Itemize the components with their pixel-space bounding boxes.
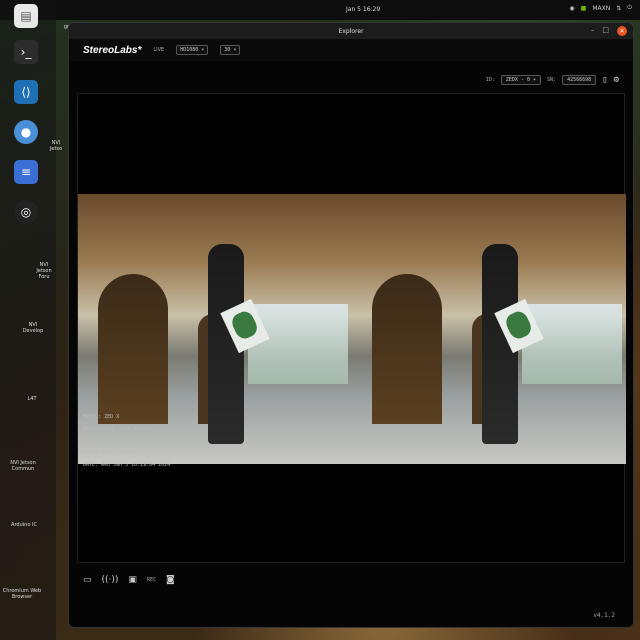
files-icon[interactable]: ▤ — [14, 4, 38, 28]
serial-number-field[interactable]: 42566698 — [562, 75, 597, 85]
system-tray[interactable]: ◉ ■ MAXN ⇅ ⏻ — [569, 4, 632, 12]
settings-gear-icon[interactable]: ⚙ — [614, 75, 619, 85]
power-icon[interactable]: ⏻ — [627, 4, 632, 12]
window-controls: – □ ✕ — [591, 26, 627, 36]
minimize-icon[interactable]: – — [591, 26, 595, 36]
resolution-select[interactable]: HD1080 ▾ — [176, 45, 209, 55]
camera-select[interactable]: ZEDX - 0 ▾ — [500, 75, 542, 85]
network-icon[interactable]: ⇅ — [616, 5, 621, 12]
obs-icon[interactable]: ◎ — [14, 200, 38, 224]
arch-shape — [372, 274, 442, 424]
arch-shape — [98, 274, 168, 424]
folder-icon[interactable]: ▭ — [83, 575, 92, 585]
fps-select[interactable]: 30 ▾ — [220, 45, 241, 55]
terminal-icon[interactable]: ›_ — [14, 40, 38, 64]
resolution-value: HD1080 — [180, 47, 199, 53]
rec-label[interactable]: REC — [147, 577, 156, 583]
version-label: v4.1.2 — [593, 612, 615, 619]
desktop-item-label[interactable]: NVI Jetso — [46, 140, 66, 152]
chevron-down-icon: ▾ — [233, 47, 237, 53]
desktop-item-label[interactable]: L4T — [22, 396, 42, 402]
window-titlebar[interactable]: Explorer – □ ✕ — [69, 23, 633, 39]
chrome-tray-icon[interactable]: ◉ — [569, 5, 574, 12]
camera-snapshot-icon[interactable]: ◙ — [166, 575, 175, 585]
model-info: MODEL: ZED X — [83, 414, 120, 420]
camera-toolbar: ID: ZEDX - 0 ▾ SN: 42566698 ▯ ⚙ — [486, 75, 619, 85]
dock: ▤ ›_ ⟨⟩ ● ≡ ◎ — [0, 0, 56, 640]
id-label: ID: — [485, 77, 495, 83]
bottom-toolbar: ▭ ((·)) ▣ REC ◙ — [83, 575, 175, 585]
desktop-item-label[interactable]: NVI Jetson Foru — [34, 262, 54, 280]
bright-window — [248, 304, 348, 384]
stream-info-overlay: MODEL: ZED X RESOLUTION: 3840 x 1080 FRA… — [83, 411, 170, 471]
layout-toggle-icon[interactable]: ▯ — [602, 75, 607, 85]
bright-window — [522, 304, 622, 384]
chevron-down-icon: ▾ — [201, 47, 205, 53]
chromium-icon[interactable]: ● — [14, 120, 38, 144]
nvidia-power-mode-icon[interactable]: ■ — [581, 5, 587, 12]
desktop-item-label[interactable]: Arduino IC — [10, 522, 38, 528]
camera-select-value: ZEDX - 0 — [505, 77, 530, 83]
window-title: Explorer — [338, 27, 364, 35]
desktop-item-label[interactable]: NVI Develop — [22, 322, 44, 334]
system-top-bar: Jan 5 16:29 ◉ ■ MAXN ⇅ ⏻ — [0, 0, 640, 20]
frame-drop-info: FRAME DROP: 1/1080 — [83, 450, 138, 456]
close-icon[interactable]: ✕ — [617, 26, 627, 36]
brand-logo: StereoLabs* — [83, 44, 142, 56]
sn-label: SN: — [547, 77, 557, 83]
video-panel — [77, 93, 626, 563]
maximize-icon[interactable]: □ — [602, 26, 609, 36]
app-header: StereoLabs* LIVE HD1080 ▾ 30 ▾ — [69, 39, 633, 61]
date-info: DATE: Wed Jan 5 16:29:04 2024 — [83, 462, 171, 468]
desktop-item-label[interactable]: Chromium Web Browser — [2, 588, 42, 600]
power-mode-label[interactable]: MAXN — [592, 5, 610, 12]
fps-value: 30 — [224, 47, 231, 53]
system-clock[interactable]: Jan 5 16:29 — [346, 6, 380, 13]
chevron-down-icon: ▾ — [533, 77, 537, 83]
vscode-icon[interactable]: ⟨⟩ — [14, 80, 38, 104]
svo-record-icon[interactable]: ▣ — [128, 575, 137, 585]
right-camera-image — [352, 194, 626, 464]
live-tab[interactable]: LIVE — [153, 47, 164, 53]
resolution-info: RESOLUTION: 3840 x 1080 — [83, 426, 153, 432]
framerate-info: FRAMERATE: 60 — [83, 438, 123, 444]
stream-icon[interactable]: ((·)) — [102, 575, 119, 585]
desktop-item-label[interactable]: NVI Jetson Commun — [10, 460, 36, 472]
text-editor-icon[interactable]: ≡ — [14, 160, 38, 184]
explorer-window: Explorer – □ ✕ StereoLabs* LIVE HD1080 ▾… — [68, 22, 634, 628]
